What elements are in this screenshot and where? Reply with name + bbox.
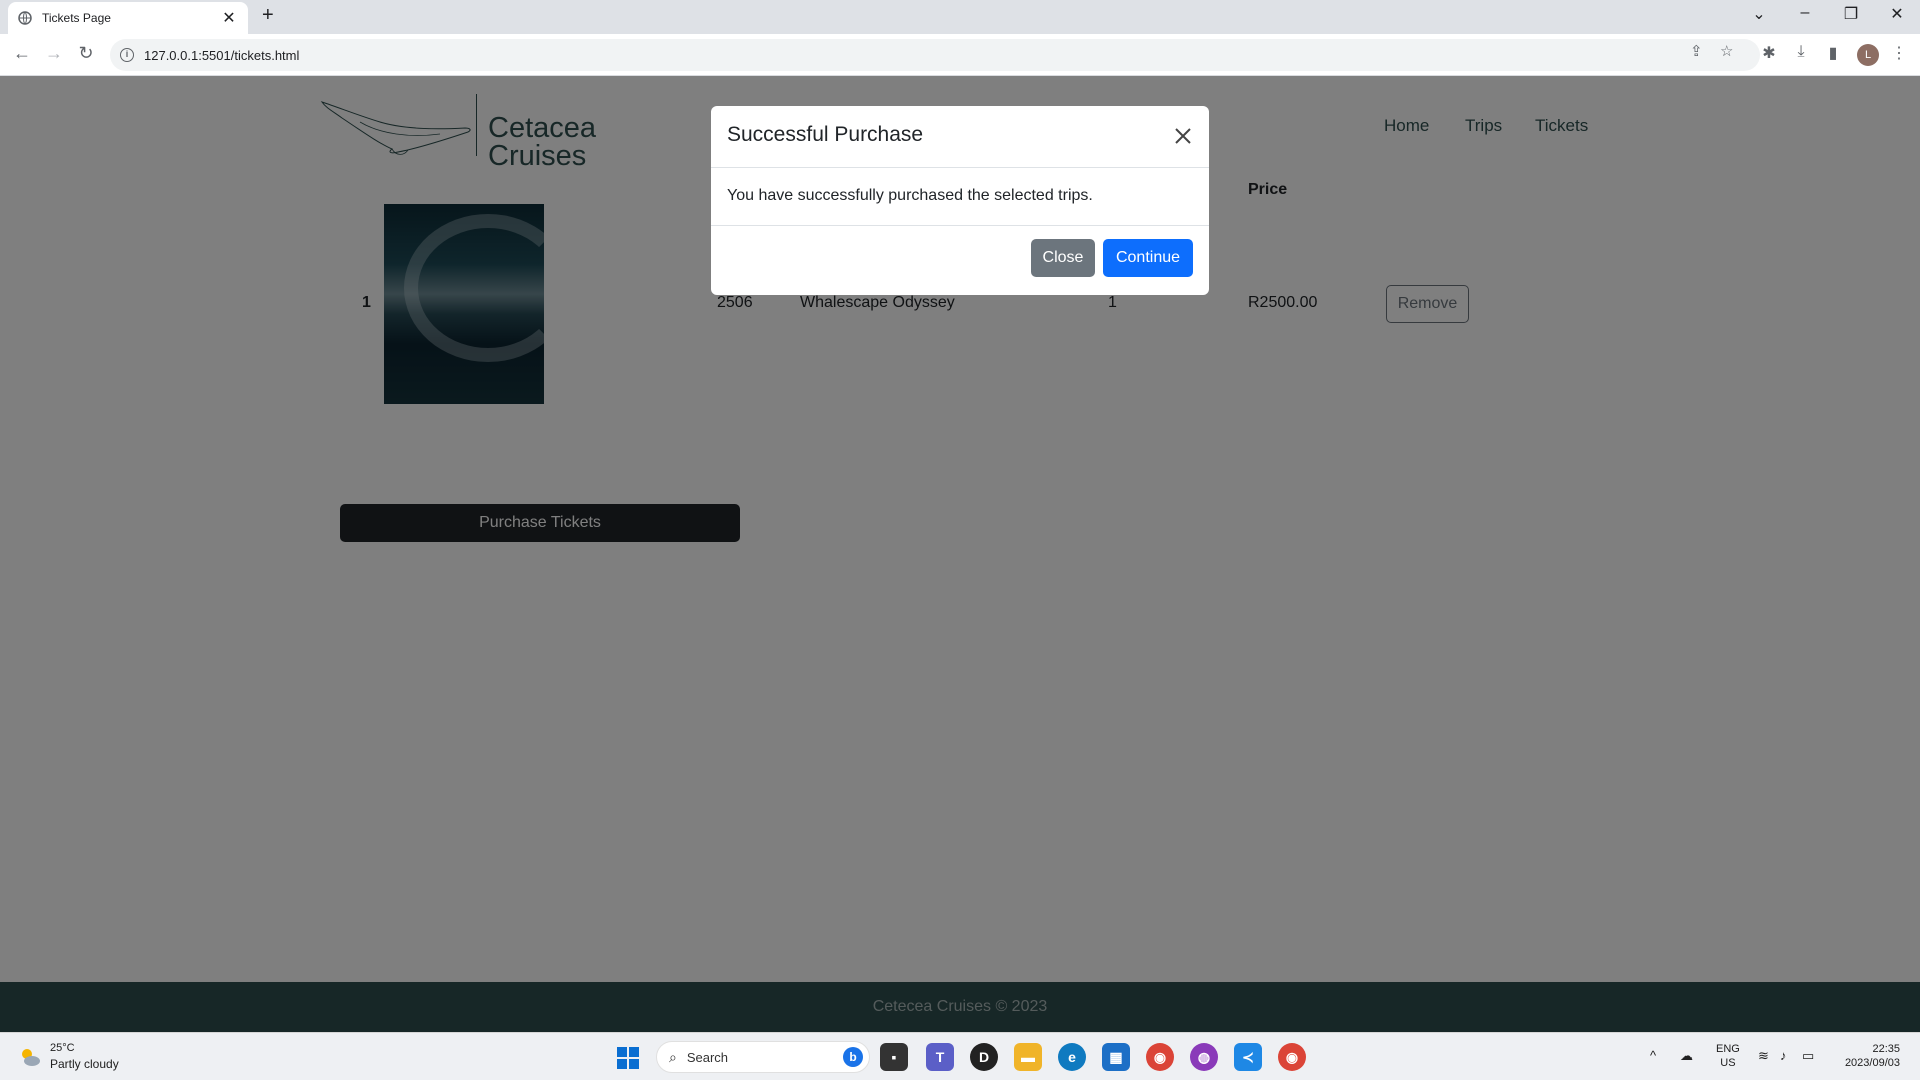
tab-search-icon[interactable]: ⌄: [1744, 4, 1774, 24]
weather-description: Partly cloudy: [50, 1057, 119, 1071]
download-icon[interactable]: ⤓: [1790, 43, 1812, 61]
browser-toolbar: ← → ↻ i 127.0.0.1:5501/tickets.html ⇪ ☆ …: [0, 34, 1920, 76]
window-close-icon[interactable]: ✕: [1882, 4, 1912, 24]
close-icon[interactable]: [1171, 124, 1195, 148]
start-pane-icon: [617, 1059, 627, 1069]
profile-avatar[interactable]: L: [1857, 44, 1879, 66]
minimize-icon[interactable]: –: [1790, 4, 1820, 22]
tab-strip: Tickets Page ✕ + ⌄ – ❐ ✕: [0, 0, 1920, 34]
tab-close-icon[interactable]: ✕: [220, 8, 238, 28]
teams-icon[interactable]: T: [926, 1043, 954, 1071]
language-indicator[interactable]: ENG US: [1716, 1042, 1740, 1070]
taskbar: 25°C Partly cloudy ⌕ Search b ▪ T D ▬ e …: [0, 1032, 1920, 1080]
github-desktop-icon[interactable]: ◍: [1190, 1043, 1218, 1071]
continue-button[interactable]: Continue: [1103, 239, 1193, 277]
clock-time: 22:35: [1872, 1043, 1900, 1055]
restore-icon[interactable]: ❐: [1836, 4, 1866, 24]
onedrive-icon[interactable]: ☁: [1680, 1048, 1693, 1064]
reload-icon[interactable]: ↻: [74, 43, 98, 64]
dell-icon[interactable]: D: [970, 1043, 998, 1071]
address-bar[interactable]: i 127.0.0.1:5501/tickets.html: [110, 39, 1760, 71]
show-hidden-icons[interactable]: ^: [1650, 1048, 1656, 1063]
close-button[interactable]: Close: [1031, 239, 1095, 277]
url-text: 127.0.0.1:5501/tickets.html: [144, 47, 300, 63]
wifi-icon[interactable]: ≋: [1758, 1048, 1769, 1064]
browser-tab[interactable]: Tickets Page ✕: [8, 2, 248, 34]
tab-title: Tickets Page: [42, 11, 111, 25]
clock-date: 2023/09/03: [1844, 1057, 1900, 1069]
edge-icon[interactable]: e: [1058, 1043, 1086, 1071]
start-button[interactable]: [617, 1047, 639, 1069]
menu-icon[interactable]: ⋮: [1888, 43, 1910, 63]
task-view-icon[interactable]: ▪: [880, 1043, 908, 1071]
language-line-2: US: [1720, 1057, 1736, 1069]
extensions-icon[interactable]: ✱: [1758, 43, 1780, 63]
search-icon: ⌕: [669, 1048, 677, 1065]
site-info-icon[interactable]: i: [120, 48, 134, 62]
start-pane-icon: [629, 1047, 639, 1057]
taskbar-search[interactable]: ⌕ Search b: [656, 1041, 870, 1073]
forward-icon[interactable]: →: [42, 43, 66, 64]
modal-title: Successful Purchase: [727, 123, 924, 146]
store-icon[interactable]: ▦: [1102, 1043, 1130, 1071]
chrome-icon[interactable]: ◉: [1146, 1043, 1174, 1071]
start-pane-icon: [629, 1059, 639, 1069]
bing-icon[interactable]: b: [843, 1047, 863, 1067]
partly-cloudy-icon[interactable]: [18, 1045, 42, 1069]
start-pane-icon: [617, 1047, 627, 1057]
search-label: Search: [686, 1049, 729, 1065]
file-explorer-icon[interactable]: ▬: [1014, 1043, 1042, 1071]
modal-header: Successful Purchase: [711, 106, 1209, 168]
volume-icon[interactable]: ♪: [1780, 1048, 1787, 1063]
vscode-icon[interactable]: ≺: [1234, 1043, 1262, 1071]
side-panel-icon[interactable]: ▮: [1822, 43, 1844, 63]
modal-footer: Close Continue: [711, 226, 1209, 295]
weather-temperature: 25°C: [50, 1042, 75, 1054]
globe-icon: [18, 11, 32, 25]
back-icon[interactable]: ←: [10, 43, 34, 64]
clock[interactable]: 22:35 2023/09/03: [1836, 1042, 1900, 1070]
share-icon[interactable]: ⇪: [1690, 42, 1703, 60]
chrome-profile-icon[interactable]: ◉: [1278, 1043, 1306, 1071]
language-line-1: ENG: [1716, 1043, 1740, 1055]
success-modal: Successful Purchase You have successfull…: [711, 106, 1209, 295]
bookmark-star-icon[interactable]: ☆: [1720, 42, 1733, 60]
battery-icon[interactable]: ▭: [1802, 1048, 1814, 1064]
modal-body: You have successfully purchased the sele…: [711, 168, 1209, 226]
new-tab-button[interactable]: +: [262, 4, 274, 27]
modal-message: You have successfully purchased the sele…: [727, 187, 1093, 204]
